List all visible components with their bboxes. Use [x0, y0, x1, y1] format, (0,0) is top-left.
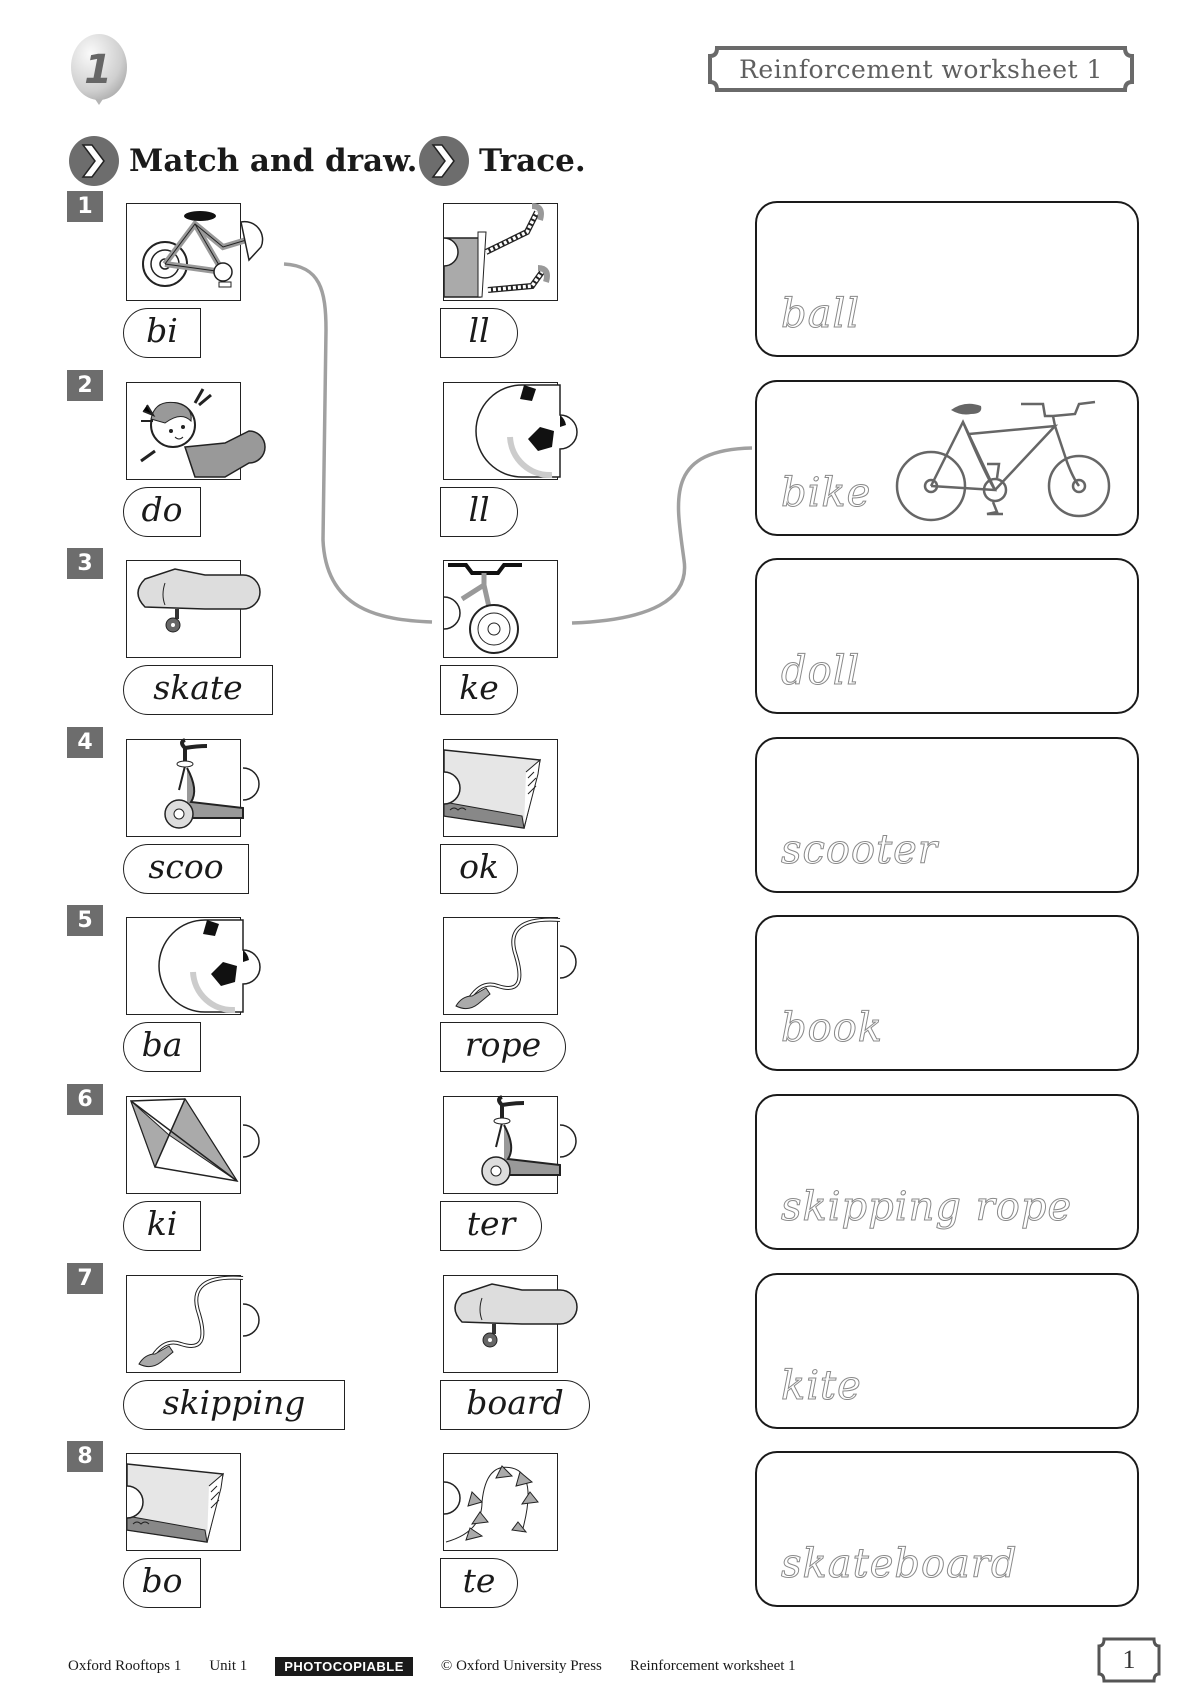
left-syllable-tag[interactable]: bo	[123, 1558, 201, 1608]
left-puzzle-picture-scooter-half[interactable]	[126, 738, 260, 837]
worksheet-title: Reinforcement worksheet 1	[739, 54, 1103, 84]
match-line-bi-to-ke	[283, 262, 433, 624]
right-puzzle-picture-kite-tail-half[interactable]	[443, 1453, 558, 1551]
book-half-icon	[126, 1463, 224, 1543]
skateboard-half-icon	[137, 568, 261, 633]
chevron-right-icon	[69, 136, 119, 186]
trace-word: skateboard	[781, 1541, 1018, 1588]
left-puzzle-picture-ball-half[interactable]	[126, 917, 261, 1015]
trace-box[interactable]: skateboard	[755, 1451, 1139, 1607]
bike-rear-half-icon	[443, 563, 522, 654]
bike-front-half-icon	[142, 211, 264, 288]
row-number: 6	[67, 1084, 103, 1115]
trace-box[interactable]: scooter	[755, 737, 1139, 893]
footer-worksheet: Reinforcement worksheet 1	[629, 1657, 796, 1674]
rope-half-icon	[138, 1275, 260, 1368]
left-syllable-tag[interactable]: scoo	[123, 844, 249, 894]
left-puzzle-picture-bike-front-half[interactable]	[126, 203, 264, 301]
scooter-half-icon	[481, 1095, 577, 1186]
row-number: 7	[67, 1263, 103, 1294]
book-half-icon	[443, 749, 541, 829]
row-number: 4	[67, 727, 103, 758]
trace-word: skipping rope	[780, 1184, 1073, 1231]
trace-word: book	[780, 1005, 884, 1052]
right-syllable-tag[interactable]: ll	[440, 487, 518, 537]
left-syllable-tag[interactable]: skate	[123, 665, 273, 715]
left-syllable-tag[interactable]: bi	[123, 308, 201, 358]
row-number: 1	[67, 191, 103, 222]
trace-word: bike	[780, 470, 872, 517]
unit-balloon-icon: 1	[71, 34, 127, 105]
trace-word: ball	[780, 291, 861, 338]
right-puzzle-picture-bike-rear-half[interactable]	[443, 560, 558, 658]
instruction-label: Match and draw.	[129, 143, 418, 179]
trace-box[interactable]: bike	[755, 380, 1139, 536]
trace-box[interactable]: skipping rope	[755, 1094, 1139, 1250]
scooter-half-icon	[164, 738, 260, 829]
chevron-right-icon	[419, 136, 469, 186]
photocopiable-badge: PHOTOCOPIABLE	[275, 1656, 413, 1676]
trace-box[interactable]: book	[755, 915, 1139, 1071]
left-puzzle-picture-doll-head-half[interactable]	[126, 382, 266, 480]
doll-legs-half-icon	[443, 203, 550, 298]
left-puzzle-picture-rope-half[interactable]	[126, 1275, 260, 1373]
doll-head-half-icon	[140, 388, 266, 478]
trace-word: kite	[781, 1363, 862, 1410]
left-syllable-tag[interactable]: ba	[123, 1022, 201, 1072]
kite-tail-half-icon	[443, 1465, 539, 1543]
left-syllable-tag[interactable]: skipping	[123, 1380, 345, 1430]
right-syllable-tag[interactable]: te	[440, 1558, 518, 1608]
ball-half-icon	[158, 919, 261, 1014]
left-puzzle-picture-book-half[interactable]	[126, 1453, 241, 1551]
trace-word: scooter	[781, 827, 938, 874]
row-number: 2	[67, 370, 103, 401]
row-number: 5	[67, 905, 103, 936]
bike-icon	[895, 394, 1115, 528]
right-puzzle-picture-skateboard-half[interactable]	[443, 1275, 578, 1373]
row-number: 8	[67, 1441, 103, 1472]
left-puzzle-picture-skateboard-half[interactable]	[126, 560, 261, 658]
right-puzzle-picture-ball-half[interactable]	[443, 382, 578, 480]
trace-box[interactable]: kite	[755, 1273, 1139, 1429]
footer: Oxford Rooftops 1 Unit 1 PHOTOCOPIABLE ©…	[68, 1655, 824, 1677]
left-puzzle-picture-kite-half[interactable]	[126, 1096, 260, 1194]
page-number: 1	[1122, 1645, 1136, 1674]
right-syllable-tag[interactable]: ll	[440, 308, 518, 358]
instruction-label: Trace.	[479, 143, 586, 179]
right-puzzle-picture-book-half[interactable]	[443, 739, 558, 837]
kite-half-icon	[129, 1097, 260, 1183]
right-puzzle-picture-scooter-half[interactable]	[443, 1095, 577, 1194]
ball-half-icon	[475, 384, 578, 479]
unit-number: 1	[84, 47, 112, 93]
right-syllable-tag[interactable]: ok	[440, 844, 518, 894]
footer-unit: Unit 1	[209, 1657, 248, 1674]
skateboard-half-icon	[454, 1283, 578, 1348]
match-line-bike-to-trace	[571, 446, 753, 625]
trace-box[interactable]: doll	[755, 558, 1139, 714]
right-syllable-tag[interactable]: ter	[440, 1201, 542, 1251]
instruction-trace: Trace.	[418, 135, 586, 187]
right-syllable-tag[interactable]: ke	[440, 665, 518, 715]
row-number: 3	[67, 548, 103, 579]
instruction-match-and-draw: Match and draw.	[68, 135, 417, 187]
footer-copyright: © Oxford University Press	[440, 1657, 602, 1674]
rope-half-icon	[455, 917, 577, 1010]
left-syllable-tag[interactable]: ki	[123, 1201, 201, 1251]
left-syllable-tag[interactable]: do	[123, 487, 201, 537]
right-puzzle-picture-doll-legs-half[interactable]	[443, 203, 558, 301]
right-syllable-tag[interactable]: rope	[440, 1022, 566, 1072]
footer-book: Oxford Rooftops 1	[68, 1657, 182, 1674]
right-syllable-tag[interactable]: board	[440, 1380, 590, 1430]
trace-box[interactable]: ball	[755, 201, 1139, 357]
trace-word: doll	[780, 648, 861, 695]
right-puzzle-picture-rope-half[interactable]	[443, 917, 577, 1015]
